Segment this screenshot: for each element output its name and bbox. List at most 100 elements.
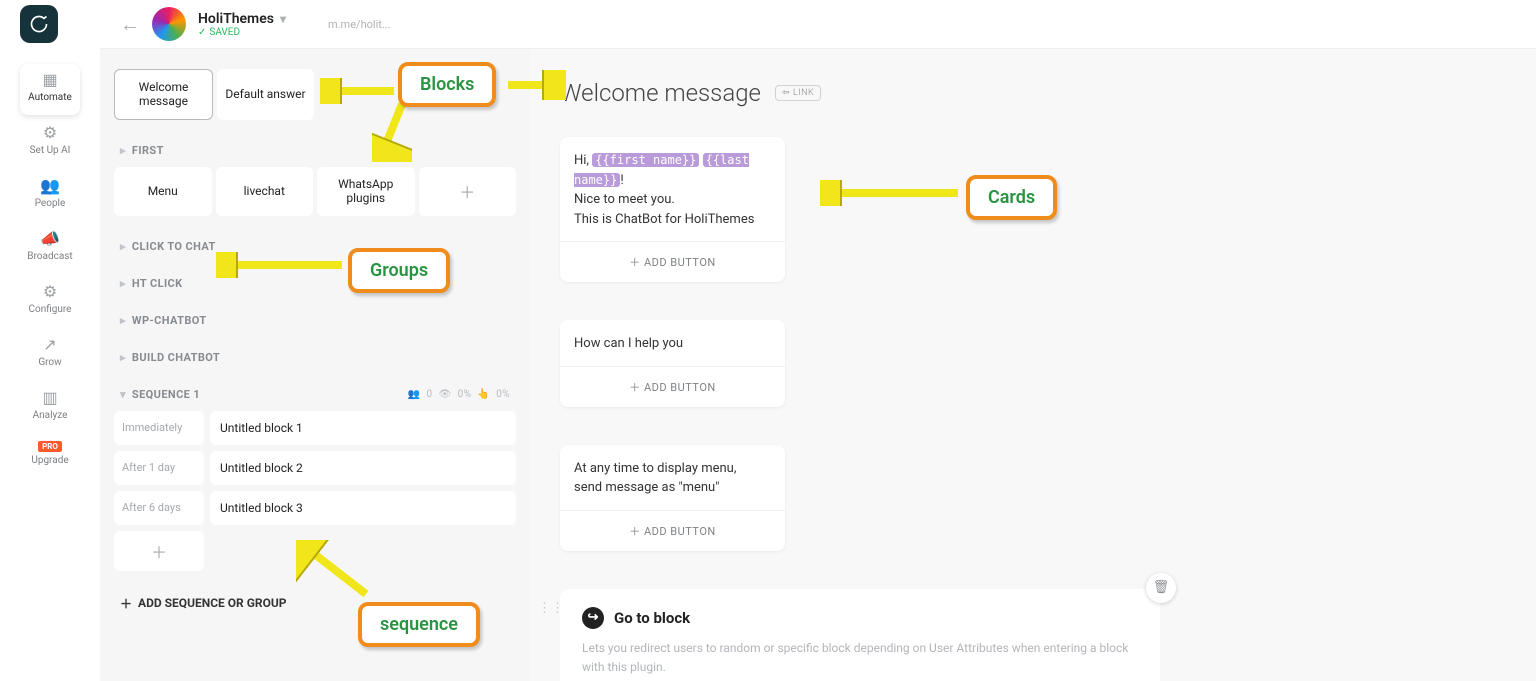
mme-link[interactable]: m.me/holit... [328,18,391,31]
nav-label: Broadcast [27,251,72,262]
add-sequence-step-button[interactable]: ＋ [114,531,204,571]
group-name: HT CLICK [132,277,183,290]
callout-sequence: sequence [358,602,480,647]
saved-label: SAVED [209,27,240,38]
arrow-icon [372,102,412,162]
people-icon: 👥 [40,176,60,195]
sequence-row: After 6 days Untitled block 3 [114,491,516,525]
nav-people[interactable]: 👥 People [20,170,80,221]
card2-text: How can I help you [574,336,683,351]
block-whatsapp-plugins[interactable]: WhatsApp plugins [317,167,415,216]
plus-icon: ＋ [629,525,641,538]
automate-icon: ▦ [42,70,57,89]
page-title[interactable]: Welcome message [560,79,761,107]
avatar[interactable] [152,7,186,41]
sequence-block[interactable]: Untitled block 2 [210,451,516,485]
add-block-button[interactable]: ＋ [419,167,517,216]
arrow-icon [506,70,566,100]
trash-icon: 🗑 [1153,580,1170,595]
card-body[interactable]: At any time to display menu, send messag… [560,445,785,510]
sequence-head[interactable]: ▾ SEQUENCE 1 👥0 👁0% 👆0% [114,374,516,411]
caret-down-icon: ▾ [120,388,126,401]
group-name: CLICK TO CHAT [132,240,216,253]
block-welcome-message[interactable]: Welcome message [114,69,213,120]
nav-upgrade[interactable]: PRO Upgrade [20,435,80,478]
plus-icon: ＋ [629,381,641,394]
nav-label: Configure [28,304,71,315]
add-button-row[interactable]: ＋ ADD BUTTON [560,510,785,551]
attr-first-name[interactable]: {{first name}} [592,153,699,167]
back-arrow-icon[interactable]: ← [120,12,140,37]
nav-grow[interactable]: ↗ Grow [20,329,80,380]
block-menu[interactable]: Menu [114,167,212,216]
content-title-row: Welcome message ⇦ LINK [560,79,1516,107]
caret-right-icon: ▸ [120,351,126,364]
add-button-row[interactable]: ＋ ADD BUTTON [560,241,785,282]
group-name: BUILD CHATBOT [132,351,220,364]
broadcast-icon: 📣 [40,229,60,248]
nav-analyze[interactable]: ▥ Analyze [20,382,80,433]
nav-label: Upgrade [31,455,68,466]
text-card-1[interactable]: Hi, {{first name}} {{last name}}! Nice t… [560,137,785,282]
plus-icon: ＋ [629,256,641,269]
card-body[interactable]: Hi, {{first name}} {{last name}}! Nice t… [560,137,785,241]
callout-blocks: Blocks [398,62,496,107]
sequence-block[interactable]: Untitled block 3 [210,491,516,525]
caret-right-icon: ▸ [120,240,126,253]
top-block-row: Welcome message Default answer [114,69,314,120]
caret-right-icon: ▸ [120,144,126,157]
caret-right-icon: ▸ [120,314,126,327]
card-text-hi: Hi, [574,153,592,168]
nav-label: Automate [28,92,72,103]
arrow-icon [216,252,344,278]
check-icon: ✓ [198,27,206,38]
sequence-time[interactable]: Immediately [114,411,204,445]
goto-head: ↪ Go to block [582,607,1138,629]
callout-cards: Cards [966,175,1057,220]
block-default-answer[interactable]: Default answer [217,69,314,120]
text-card-3[interactable]: At any time to display menu, send messag… [560,445,785,551]
brand-name-text: HoliThemes [198,11,274,27]
goto-icon: ↪ [582,607,604,629]
people-icon: 👥 [408,389,421,400]
goto-description: Lets you redirect users to random or spe… [582,639,1138,677]
nav-label: Grow [38,357,61,368]
sidebar: ▦ Automate ⚙ Set Up AI 👥 People 📣 Broadc… [0,48,100,681]
group-name: FIRST [132,144,164,157]
group-first-blocks: Menu livechat WhatsApp plugins ＋ [114,167,516,216]
arrow-icon [820,180,960,206]
sequence-time[interactable]: After 6 days [114,491,204,525]
link-chip-label: LINK [793,88,814,98]
group-name: WP-CHATBOT [132,314,207,327]
block-livechat[interactable]: livechat [216,167,314,216]
goto-block-card[interactable]: 🗑 ↪ Go to block Lets you redirect users … [560,589,1160,681]
nav-broadcast[interactable]: 📣 Broadcast [20,223,80,274]
app-logo [20,5,58,43]
caret-right-icon: ▸ [120,277,126,290]
link-chip[interactable]: ⇦ LINK [775,85,821,101]
sequence-time[interactable]: After 1 day [114,451,204,485]
add-group-label: ADD SEQUENCE OR GROUP [138,596,287,610]
delete-card-button[interactable]: 🗑 [1146,573,1176,603]
text-card-2[interactable]: How can I help you ＋ ADD BUTTON [560,320,785,407]
group-wp-chatbot[interactable]: ▸ WP-CHATBOT [114,300,516,337]
callout-groups: Groups [348,248,450,293]
nav-label: People [35,198,66,209]
sequence-stats: 👥0 👁0% 👆0% [408,389,510,400]
group-build-chatbot[interactable]: ▸ BUILD CHATBOT [114,337,516,374]
stat-click: 0% [496,389,510,400]
goto-title: Go to block [614,609,690,627]
brand-name[interactable]: HoliThemes ▾ [198,11,286,27]
add-button-label: ADD BUTTON [644,256,716,269]
arrow-icon [296,540,376,600]
nav-setupai[interactable]: ⚙ Set Up AI [20,117,80,168]
card3-line1: At any time to display menu, [574,461,736,476]
nav-automate[interactable]: ▦ Automate [20,64,80,115]
saved-indicator: ✓ SAVED [198,27,286,38]
chevron-down-icon[interactable]: ▾ [280,12,286,26]
nav-configure[interactable]: ⚙ Configure [20,276,80,327]
group-first[interactable]: ▸ FIRST [114,130,516,167]
add-button-row[interactable]: ＋ ADD BUTTON [560,366,785,407]
sequence-block[interactable]: Untitled block 1 [210,411,516,445]
card-body[interactable]: How can I help you [560,320,785,366]
